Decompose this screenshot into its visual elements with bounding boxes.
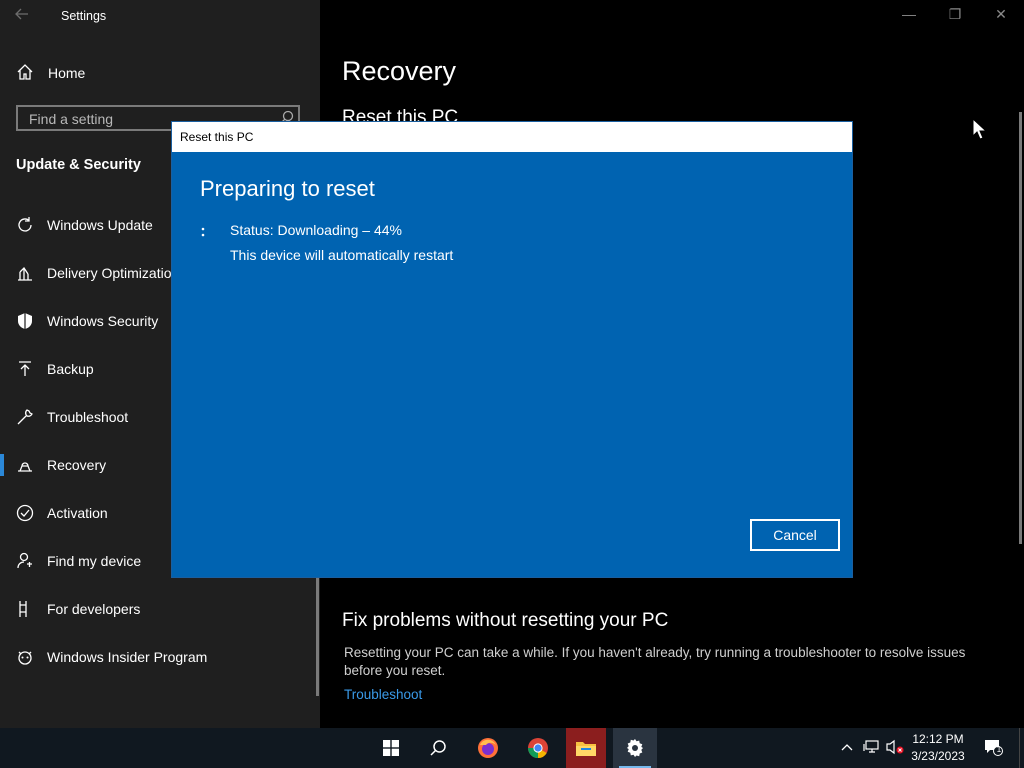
dialog-heading: Preparing to reset <box>200 176 375 201</box>
close-button[interactable]: ✕ <box>986 6 1016 26</box>
sidebar-item-label: Troubleshoot <box>47 409 129 425</box>
sidebar-item-label: Recovery <box>47 457 107 473</box>
fix-problems-title: Fix problems without resetting your PC <box>342 610 669 631</box>
main-scrollbar[interactable] <box>1019 112 1022 544</box>
check-circle-icon <box>16 504 34 522</box>
delivery-icon <box>16 264 34 282</box>
search-icon[interactable] <box>416 728 460 768</box>
upload-icon <box>16 360 34 378</box>
chevron-up-icon[interactable] <box>838 738 856 756</box>
show-desktop-button[interactable] <box>1019 728 1024 768</box>
developer-icon <box>16 600 34 618</box>
sidebar-item-label: For developers <box>47 601 141 617</box>
start-icon[interactable] <box>369 728 413 768</box>
sidebar-item-label: Windows Update <box>47 217 153 233</box>
download-status: Status: Downloading – 44% <box>230 222 402 238</box>
home-label: Home <box>48 65 86 81</box>
sidebar-item-label: Activation <box>47 505 108 521</box>
reset-dialog: Reset this PC Preparing to reset Status:… <box>172 122 852 577</box>
sidebar-item-delivery-optimization[interactable]: Delivery Optimization <box>0 253 172 293</box>
home-icon <box>16 63 34 84</box>
sidebar-scrollbar[interactable] <box>316 578 319 696</box>
notification-count: 1 <box>996 745 1002 754</box>
firefox-icon[interactable] <box>466 728 510 768</box>
sidebar-item-windows-insider-program[interactable]: Windows Insider Program <box>0 637 320 677</box>
fix-problems-description: Resetting your PC can take a while. If y… <box>344 645 966 678</box>
refresh-icon <box>16 216 34 234</box>
home-nav-item[interactable]: Home <box>16 62 85 84</box>
sidebar-item-label: Windows Insider Program <box>47 649 208 665</box>
restore-button[interactable]: ❐ <box>940 6 970 26</box>
sidebar-item-label: Backup <box>47 361 94 377</box>
wrench-icon <box>16 408 34 426</box>
shield-icon <box>16 312 34 330</box>
settings-icon[interactable] <box>613 728 657 768</box>
insider-icon <box>16 648 34 666</box>
minimize-button[interactable]: — <box>894 6 924 26</box>
sidebar-item-label: Windows Security <box>47 313 159 329</box>
taskbar-clock[interactable]: 12:12 PM 3/23/2023 <box>903 731 973 765</box>
file-explorer-icon[interactable] <box>566 728 606 768</box>
page-title: Recovery <box>342 56 457 86</box>
back-arrow-icon[interactable] <box>14 6 36 28</box>
network-icon[interactable] <box>862 738 880 756</box>
person-pin-icon <box>16 552 34 570</box>
mouse-cursor-icon <box>972 117 988 140</box>
sidebar-item-label: Delivery Optimization <box>47 265 172 281</box>
dialog-titlebar: Reset this PC <box>172 122 852 152</box>
recovery-icon <box>16 456 34 474</box>
troubleshoot-link[interactable]: Troubleshoot <box>344 687 422 702</box>
chrome-icon[interactable] <box>516 728 560 768</box>
progress-spinner-icon <box>200 225 206 237</box>
app-title: Settings <box>61 9 107 23</box>
volume-muted-icon[interactable] <box>886 738 904 756</box>
dialog-title: Reset this PC <box>180 130 254 144</box>
sidebar-item-label: Find my device <box>47 553 142 569</box>
sidebar-item-for-developers[interactable]: For developers <box>0 589 320 629</box>
clock-date: 3/23/2023 <box>911 749 965 763</box>
section-title: Update & Security <box>16 157 141 173</box>
cancel-button[interactable]: Cancel <box>750 519 840 551</box>
restart-note: This device will automatically restart <box>230 247 454 263</box>
taskbar: 12:12 PM 3/23/2023 1 <box>0 728 1024 768</box>
clock-time: 12:12 PM <box>912 732 964 746</box>
notification-icon[interactable]: 1 <box>982 738 1004 756</box>
